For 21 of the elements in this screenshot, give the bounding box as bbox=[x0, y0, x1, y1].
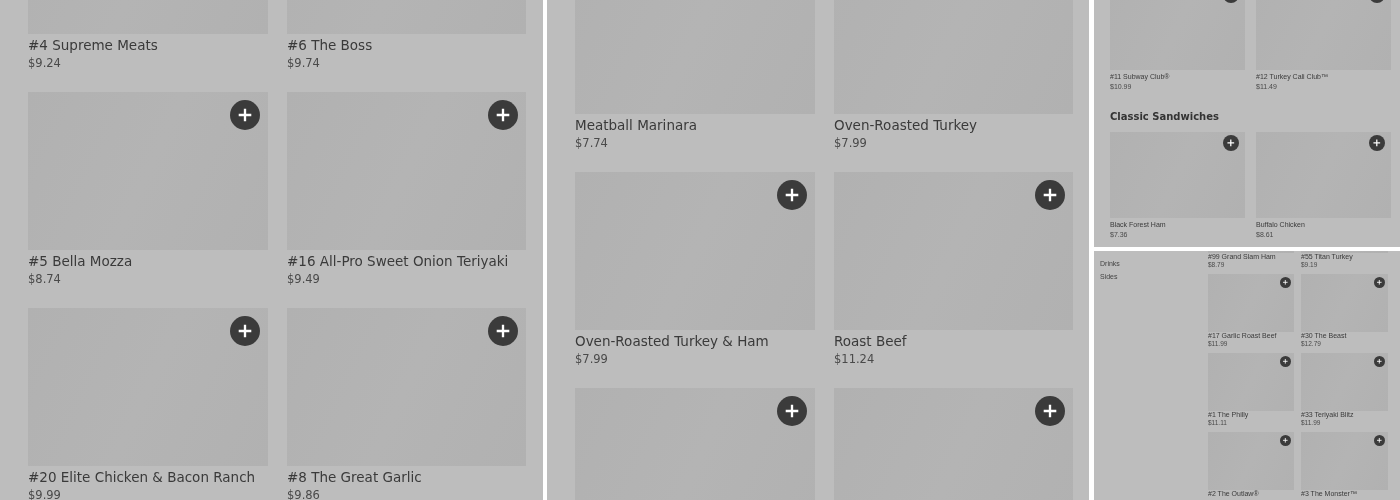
item-price: $8.74 bbox=[28, 271, 62, 288]
item-name: #20 Elite Chicken & Bacon Ranch bbox=[28, 468, 257, 486]
item-name: #5 Bella Mozza bbox=[28, 252, 134, 270]
item-price: $9.86 bbox=[287, 487, 321, 500]
item-price: $7.99 bbox=[575, 351, 609, 368]
item-price: $7.99 bbox=[834, 135, 868, 152]
item-name: Oven-Roasted Turkey bbox=[834, 116, 979, 134]
item-name: Oven-Roasted Turkey & Ham bbox=[575, 332, 770, 350]
item-name: Roast Beef bbox=[834, 332, 908, 350]
item-name: #8 The Great Garlic bbox=[287, 468, 423, 486]
item-price: $9.74 bbox=[287, 55, 321, 72]
item-price: $9.99 bbox=[28, 487, 62, 500]
section-heading: Classic Sandwiches bbox=[1110, 111, 1220, 123]
item-name: Meatball Marinara bbox=[575, 116, 699, 134]
item-name: #16 All-Pro Sweet Onion Teriyaki bbox=[287, 252, 510, 270]
item-name: #6 The Boss bbox=[287, 36, 374, 54]
item-name: #4 Supreme Meats bbox=[28, 36, 159, 54]
item-price: $7.74 bbox=[575, 135, 609, 152]
item-price: $9.49 bbox=[287, 271, 321, 288]
item-price: $9.24 bbox=[28, 55, 62, 72]
item-price: $11.24 bbox=[834, 351, 876, 368]
